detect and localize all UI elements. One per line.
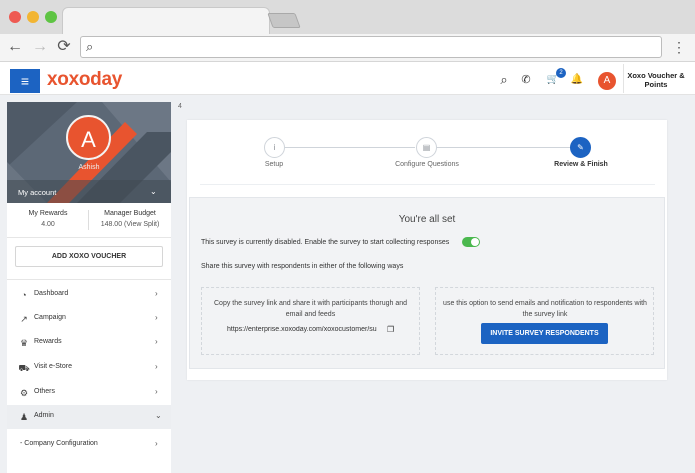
- my-account-toggle[interactable]: My account: [18, 188, 56, 197]
- survey-disabled-message: This survey is currently disabled. Enabl…: [201, 239, 450, 246]
- pencil-icon[interactable]: ✎: [570, 137, 591, 158]
- profile-name: Ashish: [78, 164, 100, 171]
- reload-icon[interactable]: ⟳: [55, 36, 73, 58]
- minimize-window-button[interactable]: [27, 11, 39, 23]
- sidebar-item-label: Rewards: [34, 338, 62, 345]
- header-divider: [623, 64, 624, 93]
- sidebar-item-company-configuration[interactable]: - Company Configuration ›: [7, 433, 171, 457]
- chevron-right-icon: ›: [155, 439, 158, 448]
- step-review-label: Review & Finish: [554, 161, 608, 168]
- back-icon[interactable]: ←: [6, 36, 24, 58]
- cart-count-badge: 2: [556, 68, 566, 78]
- sidebar-item-label: Campaign: [34, 314, 66, 321]
- copy-link-description: Copy the survey link and share it with p…: [214, 300, 407, 318]
- add-voucher-button[interactable]: ADD XOXO VOUCHER: [15, 246, 163, 267]
- breadcrumb-number: 4: [178, 103, 182, 110]
- voucher-points-link[interactable]: Xoxo Voucher & Points: [627, 71, 685, 89]
- search-icon: ⌕: [86, 39, 94, 54]
- user-avatar[interactable]: A: [598, 72, 616, 90]
- trophy-icon: ♛: [19, 338, 29, 348]
- sidebar-item-label: Others: [34, 388, 56, 395]
- store-icon: ⛟: [18, 363, 30, 373]
- profile-avatar[interactable]: A: [66, 115, 111, 160]
- email-invite-description: use this option to send emails and notif…: [443, 300, 647, 318]
- bell-icon[interactable]: 🔔: [569, 72, 585, 88]
- browser-tab[interactable]: [62, 7, 270, 34]
- document-icon[interactable]: ▤: [416, 137, 437, 158]
- step-setup-label: Setup: [264, 161, 284, 168]
- chevron-right-icon: ›: [155, 313, 158, 322]
- chevron-right-icon: ›: [155, 362, 158, 371]
- sidebar-item-rewards[interactable]: ♛ Rewards ›: [7, 331, 171, 355]
- campaign-icon: ↗: [20, 314, 28, 324]
- admin-icon: ♟: [19, 412, 29, 422]
- dashboard-icon: ◔: [21, 290, 27, 300]
- sidebar-item-admin[interactable]: ♟ Admin ⌄: [7, 405, 171, 429]
- invite-respondents-button[interactable]: INVITE SURVEY RESPONDENTS: [481, 323, 608, 344]
- chevron-right-icon: ›: [155, 289, 158, 298]
- step-connector: [285, 147, 415, 148]
- xoxoday-logo[interactable]: xoxoday: [47, 69, 122, 91]
- sidebar-item-campaign[interactable]: ↗ Campaign ›: [7, 307, 171, 331]
- manager-budget-label: Manager Budget: [104, 210, 156, 217]
- forward-icon[interactable]: →: [31, 36, 49, 58]
- search-icon[interactable]: ⌕: [496, 72, 512, 88]
- sidebar-item-visit-estore[interactable]: ⛟ Visit e-Store ›: [7, 356, 171, 380]
- completion-title: You're all set: [398, 214, 456, 225]
- copy-icon[interactable]: ❐: [387, 325, 397, 335]
- chevron-right-icon: ›: [155, 387, 158, 396]
- maximize-window-button[interactable]: [45, 11, 57, 23]
- chevron-down-icon[interactable]: ⌄: [150, 187, 157, 196]
- step-configure-label: Configure Questions: [395, 161, 459, 168]
- close-window-button[interactable]: [9, 11, 21, 23]
- share-instructions: Share this survey with respondents in ei…: [201, 263, 404, 270]
- info-icon[interactable]: i: [264, 137, 285, 158]
- sidebar-item-label: - Company Configuration: [20, 440, 98, 447]
- chevron-right-icon: ›: [155, 337, 158, 346]
- sidebar-item-label: Visit e-Store: [34, 363, 72, 370]
- step-connector: [437, 147, 570, 148]
- sidebar-item-label: Admin: [34, 412, 54, 419]
- sidebar-item-dashboard[interactable]: ◔ Dashboard ›: [7, 283, 171, 307]
- phone-icon[interactable]: ✆: [518, 72, 534, 88]
- my-rewards-value: 4.00: [41, 221, 55, 228]
- steps-divider: [200, 184, 655, 185]
- address-bar[interactable]: ⌕: [80, 36, 662, 58]
- gears-icon: ⚙: [19, 388, 29, 398]
- sidebar-item-label: Dashboard: [34, 290, 69, 297]
- survey-link-text[interactable]: https://enterprise.xoxoday.com/xoxocusto…: [227, 326, 384, 333]
- toggle-knob[interactable]: [471, 238, 479, 246]
- stat-divider: [88, 210, 89, 230]
- new-tab-button[interactable]: [267, 13, 301, 28]
- manager-budget-value[interactable]: 148.00 (View Split): [90, 221, 170, 228]
- browser-menu-icon[interactable]: ⋮: [672, 36, 686, 58]
- my-rewards-label: My Rewards: [28, 210, 68, 217]
- sidebar-divider: [7, 237, 171, 238]
- sidebar-divider: [7, 279, 171, 280]
- chevron-down-icon: ⌄: [155, 411, 162, 420]
- hamburger-menu-button[interactable]: ≡: [10, 69, 40, 93]
- sidebar-item-others[interactable]: ⚙ Others ›: [7, 381, 171, 405]
